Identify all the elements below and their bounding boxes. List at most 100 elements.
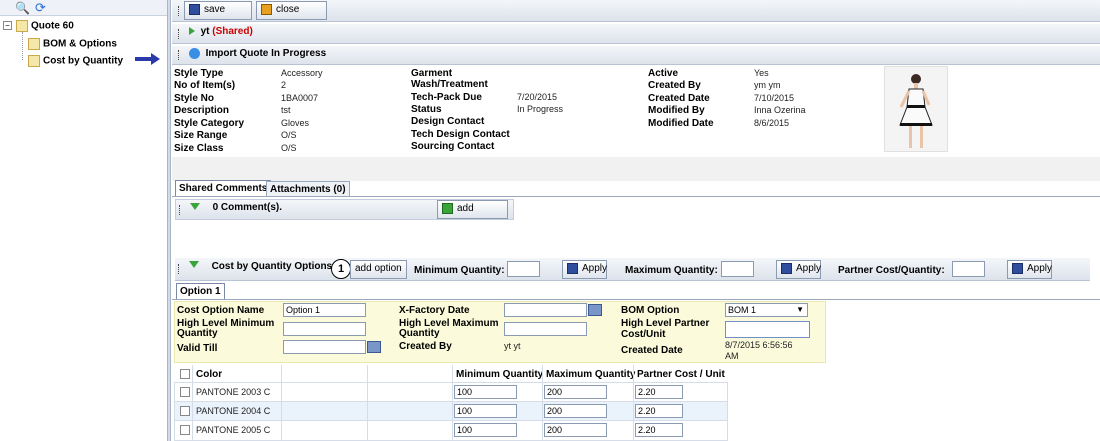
partner-cost-input[interactable]: 2.20 — [635, 423, 683, 437]
partner-cost-input[interactable]: 2.20 — [635, 385, 683, 399]
min-quantity-header: Minimum Quantity — [456, 369, 544, 380]
sourcing-contact-label: Sourcing Contact — [411, 141, 495, 152]
tech-pack-due-label: Tech-Pack Due — [411, 92, 482, 103]
hl-min-quantity-label: High Level Minimum Quantity — [177, 318, 275, 339]
style-type-label: Style Type — [174, 68, 224, 79]
tree-panel: 🔍 ⟳ − Quote 60 BOM & Options Cost by Qua… — [0, 0, 167, 441]
created-date-value: 7/10/2015 — [754, 93, 795, 103]
add-comment-button[interactable]: add — [437, 200, 508, 219]
save-icon — [189, 4, 200, 15]
collapse-icon[interactable] — [189, 202, 200, 210]
tree-root-quote[interactable]: Quote 60 — [16, 20, 74, 32]
expand-icon — [188, 26, 195, 35]
select-all-checkbox[interactable] — [180, 369, 190, 379]
collapse-icon[interactable] — [188, 261, 199, 268]
search-icon[interactable]: 🔍 — [15, 1, 30, 15]
min-quantity-input[interactable]: 100 — [454, 385, 517, 399]
valid-till-input[interactable] — [283, 340, 366, 354]
status-label: Status — [411, 104, 442, 115]
page-icon — [28, 38, 40, 50]
bom-option-label: BOM Option — [621, 305, 680, 316]
cost-option-name-input[interactable]: Option 1 — [283, 303, 366, 317]
bom-option-select[interactable]: BOM 1 ▼ — [725, 303, 808, 317]
min-quantity-input[interactable] — [507, 261, 540, 277]
xfactory-date-input[interactable] — [504, 303, 587, 317]
product-image — [884, 66, 948, 152]
color-cell: PANTONE 2004 C — [196, 406, 271, 416]
save-icon — [567, 263, 578, 274]
details-panel — [172, 65, 1100, 157]
max-quantity-label: Maximum Quantity: — [625, 265, 718, 276]
style-type-value: Accessory — [281, 68, 323, 78]
size-range-label: Size Range — [174, 130, 228, 141]
created-date-value: 8/7/2015 6:56:56 AM — [725, 340, 793, 361]
import-bar: Import Quote In Progress — [172, 46, 1100, 65]
color-header: Color — [196, 369, 223, 380]
close-button[interactable]: close — [256, 1, 327, 20]
row-checkbox[interactable] — [180, 387, 190, 397]
folder-icon — [16, 20, 28, 32]
modified-by-label: Modified By — [648, 105, 705, 116]
hl-min-quantity-input[interactable] — [283, 322, 366, 336]
hl-partner-cost-input[interactable] — [725, 321, 810, 338]
hl-partner-cost-label: High Level Partner Cost/Unit — [621, 318, 710, 340]
hl-max-quantity-label: High Level Maximum Quantity — [399, 318, 499, 339]
valid-till-label: Valid Till — [177, 343, 218, 354]
created-by-label: Created By — [648, 80, 701, 91]
style-category-value: Gloves — [281, 118, 310, 128]
plus-icon — [442, 203, 453, 214]
save-icon — [781, 263, 792, 274]
garment-wash-label: Garment Wash/Treatment — [411, 68, 488, 90]
comment-count: 0 Comment(s). — [212, 202, 283, 213]
status-value: In Progress — [517, 104, 564, 114]
shared-bar[interactable]: yt (Shared) — [172, 24, 1100, 44]
calendar-icon[interactable] — [367, 341, 381, 353]
style-category-label: Style Category — [174, 118, 245, 129]
save-icon — [1012, 263, 1023, 274]
max-quantity-header: Maximum Quantity — [546, 369, 636, 380]
refresh-icon[interactable]: ⟳ — [35, 0, 46, 16]
row-checkbox[interactable] — [180, 406, 190, 416]
apply-partner-button[interactable]: Apply — [1007, 260, 1052, 279]
modified-date-label: Modified Date — [648, 118, 714, 129]
min-quantity-input[interactable]: 100 — [454, 404, 517, 418]
tree-item-bom-options[interactable]: BOM & Options — [28, 38, 117, 50]
style-no-value: 1BA0007 — [281, 93, 319, 103]
row-checkbox[interactable] — [180, 425, 190, 435]
tab-attachments[interactable]: Attachments (0) — [266, 181, 350, 197]
callout-badge: 1 — [331, 259, 351, 279]
tech-pack-due-value: 7/20/2015 — [517, 92, 558, 102]
save-button[interactable]: save — [184, 1, 252, 20]
add-option-button[interactable]: add option — [350, 260, 407, 279]
max-quantity-input[interactable]: 200 — [544, 385, 607, 399]
max-quantity-input[interactable]: 200 — [544, 423, 607, 437]
calendar-icon[interactable] — [588, 304, 602, 316]
partner-cost-input[interactable]: 2.20 — [635, 404, 683, 418]
tab-option-1[interactable]: Option 1 — [176, 283, 225, 299]
hl-max-quantity-input[interactable] — [504, 322, 587, 336]
apply-min-button[interactable]: Apply — [562, 260, 607, 279]
tech-design-contact-label: Tech Design Contact — [411, 129, 510, 140]
min-quantity-input[interactable]: 100 — [454, 423, 517, 437]
chevron-down-icon: ▼ — [796, 305, 804, 314]
created-date-label: Created Date — [621, 345, 683, 356]
partner-cost-label: Partner Cost/Quantity: — [838, 265, 945, 276]
cost-option-name-label: Cost Option Name — [177, 305, 265, 316]
created-date-label: Created Date — [648, 93, 710, 104]
partner-cost-input[interactable] — [952, 261, 985, 277]
close-icon — [261, 4, 272, 15]
max-quantity-input[interactable] — [721, 261, 754, 277]
modified-by-value: Inna Ozerina — [754, 105, 806, 115]
size-class-label: Size Class — [174, 143, 224, 154]
style-no-label: Style No — [174, 93, 215, 104]
collapse-icon[interactable]: − — [3, 21, 12, 30]
apply-max-button[interactable]: Apply — [776, 260, 821, 279]
no-items-value: 2 — [281, 80, 287, 90]
max-quantity-input[interactable]: 200 — [544, 404, 607, 418]
color-cell: PANTONE 2003 C — [196, 387, 271, 397]
tab-shared-comments[interactable]: Shared Comments — [175, 180, 272, 196]
arrow-head — [151, 53, 160, 65]
splitter[interactable] — [167, 0, 171, 441]
description-value: tst — [281, 105, 291, 115]
tree-item-cost-by-quantity[interactable]: Cost by Quantity — [28, 55, 123, 67]
